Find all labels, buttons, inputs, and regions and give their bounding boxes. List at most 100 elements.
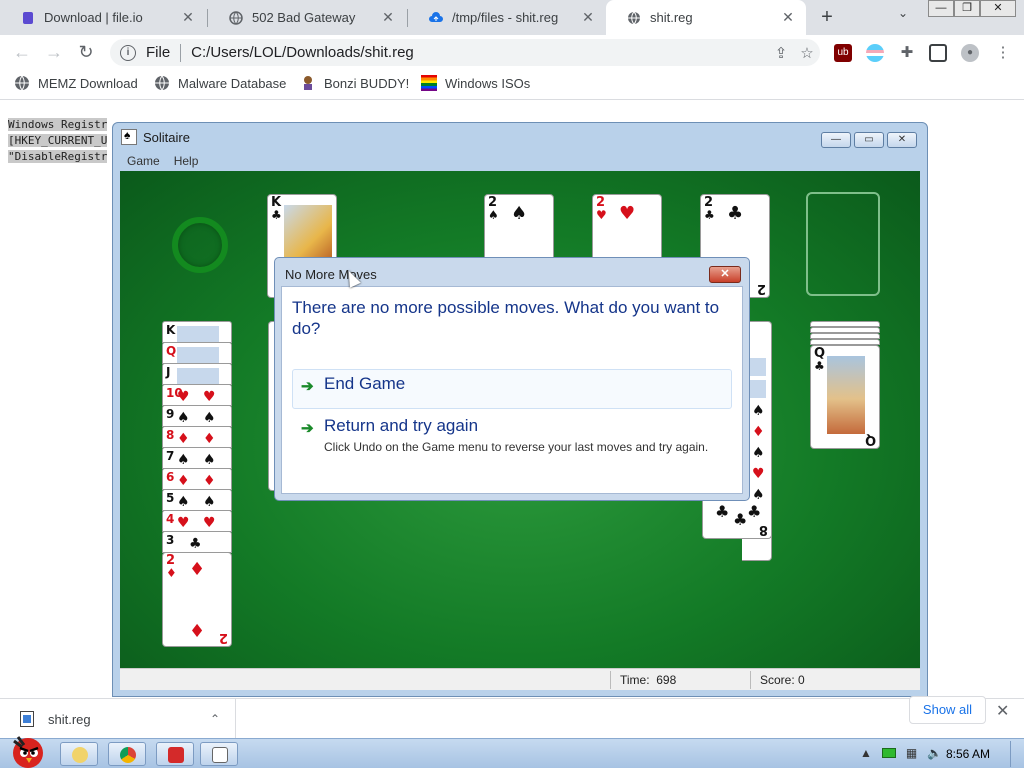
trans-flag-icon[interactable]: [866, 44, 884, 62]
card-jack-spades[interactable]: J: [162, 363, 232, 385]
angry-bird-icon: [13, 736, 43, 768]
close-icon[interactable]: ✕: [778, 9, 798, 26]
ublock-icon[interactable]: ub: [834, 44, 852, 62]
card-rank: 7: [166, 449, 175, 463]
spade-icon: ♠: [203, 410, 216, 426]
address-bar[interactable]: i File C:/Users/LOL/Downloads/shit.reg ⇪…: [110, 39, 820, 66]
bookmark-malware-db[interactable]: Malware Database: [154, 75, 286, 91]
taskbar-explorer[interactable]: [60, 742, 98, 766]
tab-label: Download | file.io: [44, 10, 143, 25]
close-icon[interactable]: ✕: [996, 701, 1009, 721]
card-queen-clubs[interactable]: Q ♣ Q: [810, 345, 880, 449]
card-6-diamonds[interactable]: 6 ♦ ♦: [162, 468, 232, 490]
tab-tmp-files[interactable]: /tmp/files - shit.reg ✕: [408, 0, 606, 35]
tab-shit-reg[interactable]: shit.reg ✕: [606, 0, 806, 35]
return-try-again-option[interactable]: ➔ Return and try again Click Undo on the…: [292, 411, 732, 477]
minimize-button[interactable]: —: [928, 0, 954, 17]
bookmark-windows-isos[interactable]: Windows ISOs: [421, 75, 530, 91]
score-readout: Score: 0: [760, 673, 805, 687]
new-tab-button[interactable]: +: [816, 4, 838, 30]
card-rank: K: [166, 323, 176, 337]
file-io-favicon-icon: [20, 10, 36, 26]
bookmark-label: MEMZ Download: [38, 75, 138, 91]
solitaire-app-icon: [212, 747, 228, 763]
taskbar: ▲ ▦ 🔈 8:56 AM: [0, 736, 1024, 768]
heart-icon: ♥: [203, 515, 216, 531]
card-rank: 8: [758, 522, 768, 537]
diamond-icon: ♦: [189, 621, 206, 642]
card-10-hearts[interactable]: 10 ♥ ♥: [162, 384, 232, 406]
dialog-close-button[interactable]: ✕: [709, 266, 741, 283]
stock-empty-ring[interactable]: [172, 217, 228, 273]
solitaire-menubar: Game Help: [120, 151, 920, 171]
close-button[interactable]: ✕: [887, 132, 917, 148]
face-art-icon: [177, 368, 219, 384]
card-8-diamonds[interactable]: 8 ♦ ♦: [162, 426, 232, 448]
show-desktop-button[interactable]: [1010, 741, 1022, 767]
network-icon[interactable]: ▦: [906, 746, 917, 760]
card-7-spades[interactable]: 7 ♠ ♠: [162, 447, 232, 469]
card-8-clubs[interactable]: ♣ ♣ ♣ 8: [702, 499, 772, 539]
card-2-diamonds[interactable]: 2 ♦ ♦ ♦ 2: [162, 552, 232, 647]
spade-icon: ♠: [177, 452, 190, 468]
kebab-menu-icon[interactable]: ⋮: [994, 44, 1012, 62]
bookmark-bonzi[interactable]: Bonzi BUDDY!: [300, 75, 409, 91]
start-button[interactable]: [4, 731, 50, 769]
taskbar-clock[interactable]: 8:56 AM: [946, 747, 990, 761]
taskbar-acrobat[interactable]: [156, 742, 194, 766]
profile-avatar-icon[interactable]: ●: [961, 44, 979, 62]
close-icon[interactable]: ✕: [578, 9, 598, 26]
maximize-button[interactable]: ▭: [854, 132, 884, 148]
reload-icon[interactable]: ↻: [74, 40, 98, 64]
battery-icon[interactable]: [881, 748, 896, 758]
share-icon[interactable]: ⇪: [768, 44, 794, 62]
spade-icon: ♠: [177, 494, 190, 510]
foundation-empty-slot[interactable]: [806, 192, 880, 296]
green-arrow-icon: ➔: [301, 378, 314, 395]
info-icon[interactable]: i: [120, 44, 136, 61]
chevron-down-icon[interactable]: ⌄: [898, 6, 908, 20]
side-panel-icon[interactable]: [929, 44, 947, 62]
volume-icon[interactable]: 🔈: [927, 746, 942, 760]
forward-arrow-icon[interactable]: →: [42, 40, 66, 64]
heart-icon: ♥: [752, 466, 765, 482]
card-king-clubs[interactable]: K: [162, 321, 232, 343]
menu-game[interactable]: Game: [120, 151, 167, 171]
time-readout: Time: 698: [620, 673, 676, 687]
close-icon[interactable]: ✕: [178, 9, 198, 26]
extensions-puzzle-icon[interactable]: ✚: [898, 44, 916, 62]
taskbar-solitaire[interactable]: [200, 742, 238, 766]
menu-help[interactable]: Help: [167, 151, 206, 171]
file-icon: [20, 711, 34, 727]
bookmark-memz[interactable]: MEMZ Download: [14, 75, 138, 91]
card-9-spades[interactable]: 9 ♠ ♠: [162, 405, 232, 427]
bookmark-star-icon[interactable]: ☆: [794, 44, 820, 62]
address-url[interactable]: C:/Users/LOL/Downloads/shit.reg: [191, 44, 768, 61]
tab-bad-gateway[interactable]: 502 Bad Gateway ✕: [208, 0, 406, 35]
solitaire-titlebar: Solitaire: [121, 128, 190, 145]
dialog-title: No More Moves: [285, 267, 377, 282]
card-rank: 5: [166, 491, 175, 505]
bookmark-label: Windows ISOs: [445, 75, 531, 91]
club-icon: ♣: [733, 510, 748, 529]
end-game-option[interactable]: ➔ End Game: [292, 369, 732, 409]
face-art-icon: [177, 347, 219, 363]
card-queen-hearts[interactable]: Q: [162, 342, 232, 364]
time-label: Time:: [620, 673, 650, 687]
browser-toolbar: ← → ↻ i File C:/Users/LOL/Downloads/shit…: [0, 35, 1024, 69]
taskbar-chrome[interactable]: [108, 742, 146, 766]
card-5-spades[interactable]: 5 ♠ ♠: [162, 489, 232, 511]
restore-button[interactable]: ❐: [954, 0, 980, 17]
show-all-button[interactable]: Show all: [909, 696, 986, 724]
chevron-up-icon[interactable]: ⌃: [195, 712, 235, 726]
tray-expand-icon[interactable]: ▲: [860, 746, 872, 760]
tab-file-io[interactable]: Download | file.io ✕: [0, 0, 206, 35]
back-arrow-icon[interactable]: ←: [10, 40, 34, 64]
close-window-button[interactable]: ✕: [980, 0, 1016, 17]
heart-icon: ♥: [203, 389, 216, 405]
card-4-hearts[interactable]: 4 ♥ ♥: [162, 510, 232, 532]
spade-icon: ♠: [752, 403, 765, 419]
close-icon[interactable]: ✕: [378, 9, 398, 26]
card-3-clubs[interactable]: 3 ♣: [162, 531, 232, 553]
minimize-button[interactable]: —: [821, 132, 851, 148]
